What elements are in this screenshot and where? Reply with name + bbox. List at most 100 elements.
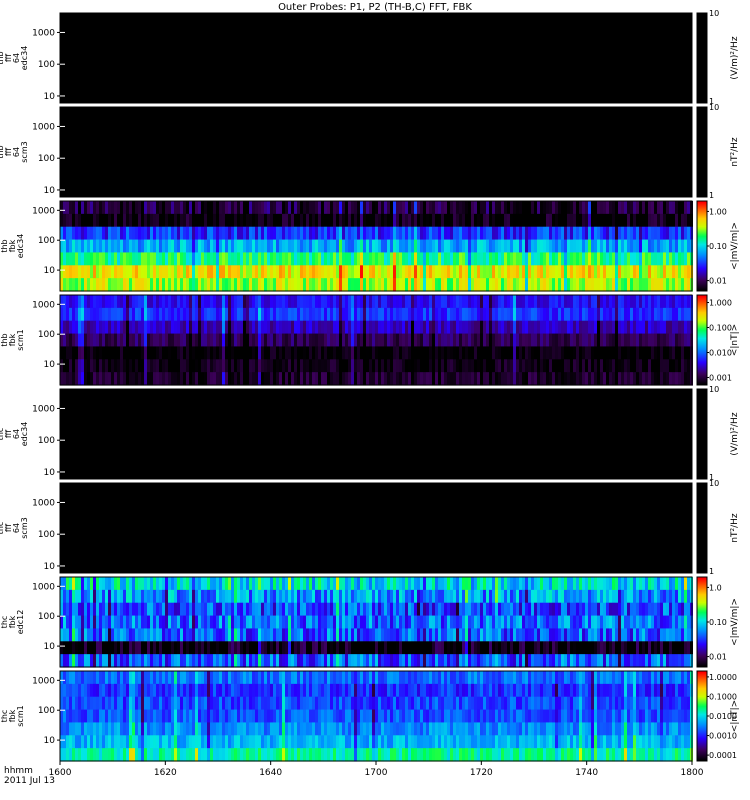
time-tick-label: 1700 [365,768,388,778]
time-tick-label: 1720 [470,768,493,778]
panel-ylabel: thc fff 64 edc34 [0,422,29,447]
colorbar: 1.0 0.10 0.01<|mV/m|> [696,576,740,668]
spectrogram-image [60,295,693,386]
y-tick-label: 10 [44,468,56,478]
y-tick-label: 10 [44,266,56,276]
spectrogram-image [60,389,692,479]
y-tick-label: 100 [38,612,55,622]
time-tick-label: 1620 [154,768,177,778]
colorbar-tick-label: 0.001 [709,373,732,382]
colorbar-label: nT²/Hz [730,137,740,167]
ylabel-line: scm1 [16,329,25,350]
y-tick-label: 1000 [32,300,55,310]
panel-ylabel: thc fff 64 scm3 [0,517,29,538]
colorbar: 101(V/m)²/Hz [696,385,740,482]
ylabel-line: scm1 [16,705,25,726]
spectrogram-image [60,201,693,292]
time-tick-label: 1640 [259,768,282,778]
y-tick-label: 100 [38,706,55,716]
panel-thb-fbk-scm1: 1000 100 10 thb fbk scm1 1.000 0.100 0.010 0.001 <… [0,294,740,386]
colorbar: 1.00 0.10 0.01<|mV/m|> [696,200,740,292]
panel-ylabel: thb fff 64 scm3 [0,141,29,162]
colorbar-tick-label: 0.01 [709,653,727,662]
figure-title: Outer Probes: P1, P2 (TH-B,C) FFT, FBK [278,2,472,13]
y-tick-label: 10 [44,562,56,572]
colorbar-label: <|nT|> [730,700,740,732]
time-axis: 1600 1620 1640 1700 1720 1740 1800 [49,761,704,778]
colorbar-tick-label: 1.00 [709,207,727,216]
spectrogram-image [60,577,693,668]
y-tick-label: 1000 [32,28,55,38]
panel-ylabel: thb fff 64 edc34 [0,46,29,71]
colorbar-tick-label: 0.10 [709,618,727,627]
y-tick-label: 1000 [32,676,55,686]
spectrogram-image [60,107,692,197]
colorbar-tick-label: 1.0 [709,583,722,592]
panel-thb-fft-edc34: 1000 100 10 thb fff 64 edc34 101(V/m)²/Hz [0,9,740,106]
time-axis-date: 2011 Jul 13 [4,776,55,786]
colorbar-label: <|mV/m|> [730,598,740,646]
spectrogram-image [60,671,693,762]
panel-thc-fft-edc34: 1000 100 10 thc fff 64 edc34 101(V/m)²/Hz [0,385,740,482]
panel-thc-fbk-edc12: 1000 100 10 thc fbk edc12 1.0 0.10 0.01<|mV/m|> [0,576,740,668]
spectrogram-image [60,483,692,573]
panel-ylabel: thb fbk scm1 [0,329,25,350]
panel-thb-fbk-edc34: 1000 100 10 thb fbk edc34 1.00 0.10 0.01<|mV/m|> [0,200,740,292]
panel-ylabel: thb fbk edc34 [0,234,25,259]
y-tick-label: 1000 [32,122,55,132]
ylabel-line: scm3 [20,517,29,538]
colorbar-tick-label: 0.0001 [709,751,737,760]
y-tick-label: 100 [38,436,55,446]
ylabel-line: edc34 [20,422,29,447]
colorbar-label: <|nT|> [730,324,740,356]
y-tick-label: 1000 [32,404,55,414]
y-tick-label: 10 [44,92,56,102]
colorbar-label: nT²/Hz [730,513,740,543]
y-tick-label: 10 [44,736,56,746]
colorbar-tick-label: 1 [709,191,714,200]
colorbar-tick-label: 10 [709,385,719,394]
colorbar-tick-label: 1.000 [709,299,732,308]
ylabel-line: edc12 [16,610,25,635]
colorbar: 10 1 nT²/Hz [696,103,740,200]
colorbar-tick-label: 0.01 [709,277,727,286]
colorbar-label: (V/m)²/Hz [730,36,740,79]
y-tick-label: 1000 [32,498,55,508]
panel-ylabel: thc fbk scm1 [0,705,25,726]
y-tick-label: 100 [38,60,55,70]
panel-thb-fft-scm3: 1000 100 10 thb fff 64 scm3 10 1 nT²/Hz [0,103,740,200]
colorbar-tick-label: 10 [709,103,719,112]
ylabel-line: scm3 [20,141,29,162]
colorbar-tick-label: 10 [709,9,719,18]
colorbar-tick-label: 1 [709,567,714,576]
colorbar-tick-label: 0.10 [709,242,727,251]
y-tick-label: 1000 [32,582,55,592]
colorbar-tick-label: 0.010 [709,348,732,357]
y-tick-label: 100 [38,330,55,340]
y-tick-label: 1000 [32,206,55,216]
ylabel-line: edc34 [20,46,29,71]
panel-thc-fbk-scm1: 100010010thc fbk scm11.00000.10000.01000.0… [0,670,740,762]
time-tick-label: 1800 [681,768,704,778]
y-tick-label: 10 [44,360,56,370]
panel-ylabel: thc fbk edc12 [0,610,25,635]
time-tick-label: 1740 [575,768,598,778]
y-tick-label: 100 [38,154,55,164]
colorbar-label: <|mV/m|> [730,222,740,270]
panel-stack: 100010010thb fff 64 edc34101(V/m)²/Hz100010… [0,9,740,762]
ylabel-line: edc34 [16,234,25,259]
colorbar: 1.00000.10000.01000.00100.0001<|nT|> [696,670,740,762]
spectrogram-image [60,13,692,103]
y-tick-label: 100 [38,530,55,540]
colorbar: 101(V/m)²/Hz [696,9,740,106]
colorbar: 10 1 nT²/Hz [696,479,740,576]
y-tick-label: 10 [44,186,56,196]
colorbar-tick-label: 0.100 [709,324,732,333]
spectrogram-figure: Outer Probes: P1, P2 (TH-B,C) FFT, FBK 1… [0,2,740,786]
y-tick-label: 10 [44,642,56,652]
colorbar-tick-label: 1.0000 [709,673,737,682]
colorbar: 1.000 0.100 0.010 0.001 <|nT|> [696,294,740,386]
panel-thc-fft-scm3: 1000 100 10 thc fff 64 scm3 10 1 nT²/Hz [0,479,740,576]
time-axis-label: hhmm [4,766,33,776]
colorbar-label: (V/m)²/Hz [730,412,740,455]
